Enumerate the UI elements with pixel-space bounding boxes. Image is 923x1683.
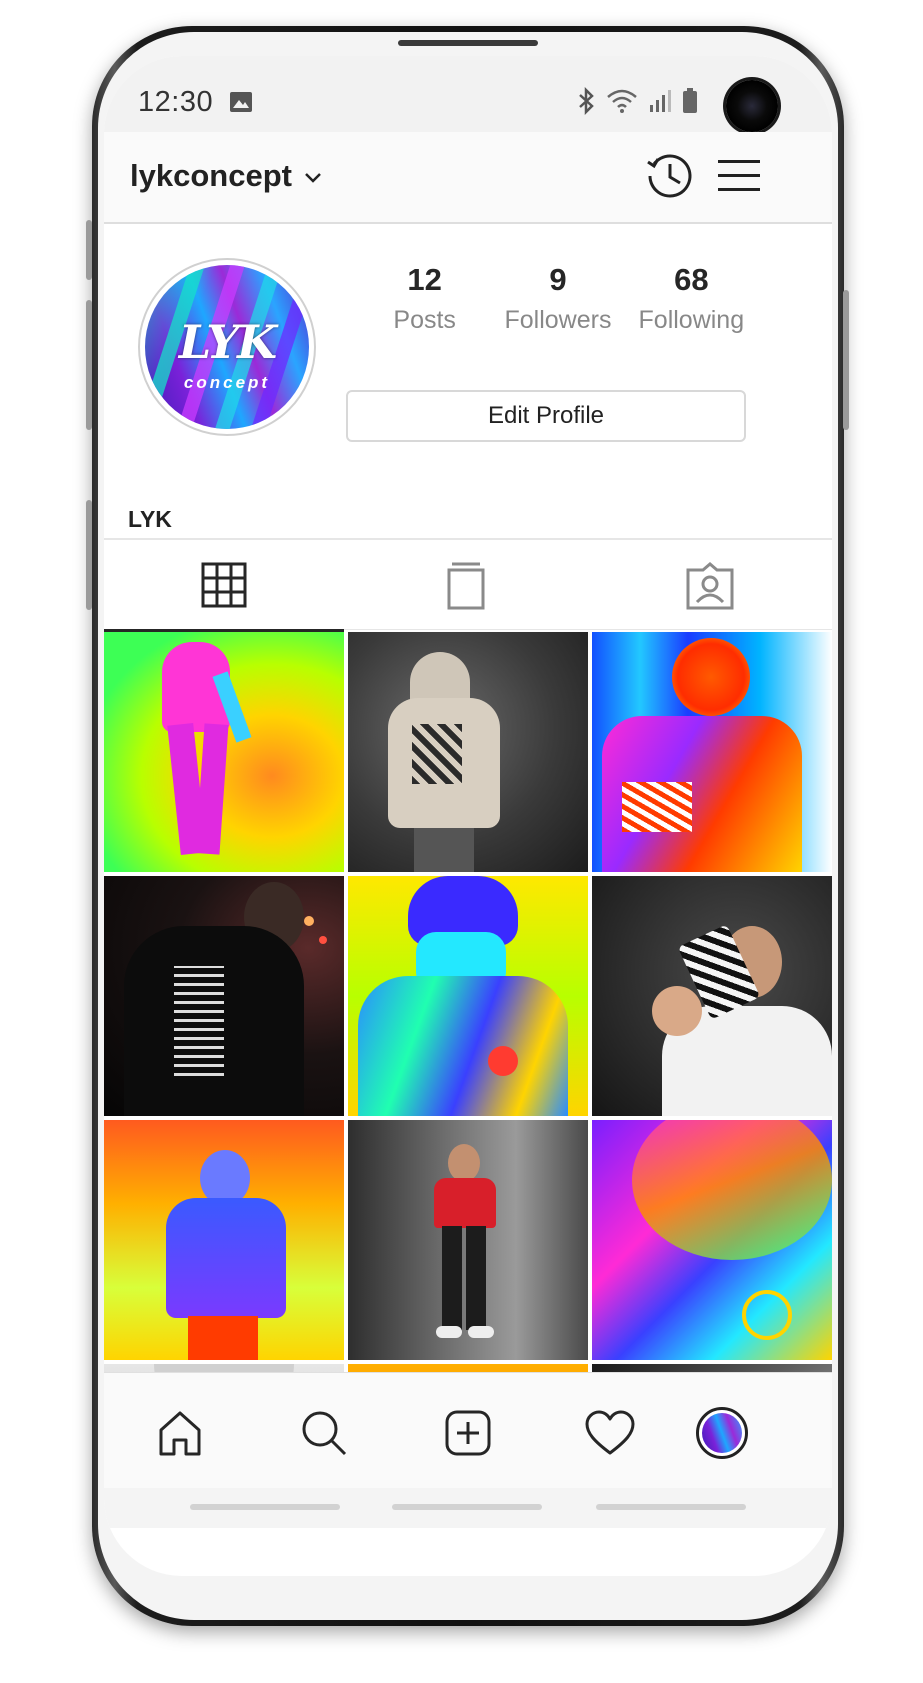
stat-followers[interactable]: 9 Followers [491, 262, 624, 335]
tab-tagged[interactable] [588, 540, 832, 632]
gesture-hint-right[interactable] [596, 1504, 746, 1510]
stat-label: Following [638, 306, 745, 334]
avatar-image: LYK concept [145, 265, 309, 429]
profile-header: lykconcept [104, 132, 832, 224]
post-grey-hoodie[interactable] [104, 1364, 344, 1372]
bluetooth-icon [579, 87, 594, 115]
post-thermal-closeup[interactable] [592, 1120, 832, 1360]
phone-bixby-button [86, 500, 92, 610]
phone-earpiece [398, 40, 538, 46]
post-thermal-hoodie-front[interactable] [348, 876, 588, 1116]
post-black-hoodie-night[interactable] [104, 876, 344, 1116]
post-grid [104, 632, 832, 1372]
post-beige-hoodie-back[interactable] [348, 632, 588, 872]
stat-following[interactable]: 68 Following [625, 262, 758, 335]
nav-search[interactable] [294, 1403, 354, 1463]
post-red-tshirt-studio[interactable] [348, 1120, 588, 1360]
post-man-holding-phone-case[interactable] [592, 876, 832, 1116]
stat-value: 12 [407, 262, 442, 297]
new-post-icon [445, 1410, 491, 1456]
front-camera [726, 80, 778, 132]
tab-igtv[interactable] [344, 540, 588, 632]
image-icon [230, 92, 252, 112]
post-thermal-partial[interactable] [348, 1364, 588, 1372]
profile-info: LYK concept 12 Posts 9 Followers 68 Foll… [104, 224, 832, 538]
nav-new-post[interactable] [438, 1403, 498, 1463]
menu-icon[interactable] [716, 156, 762, 196]
nav-profile[interactable] [692, 1403, 752, 1463]
avatar-logo-sub: concept [183, 373, 271, 392]
phone-screen: 12:30 lykconcept LYK concept 12 Posts 9 … [104, 56, 832, 1576]
battery-icon [683, 88, 697, 113]
stat-value: 68 [674, 262, 709, 297]
gesture-hint-center[interactable] [392, 1504, 542, 1510]
display-name: LYK [128, 506, 172, 532]
post-thermal-hoodie-studio[interactable] [104, 1120, 344, 1360]
gesture-hint-left[interactable] [190, 1504, 340, 1510]
status-icons [576, 86, 698, 116]
phone-side-button [86, 220, 92, 280]
status-bar: 12:30 [104, 56, 832, 132]
chevron-down-icon [305, 173, 321, 183]
gesture-navigation-bar [104, 1488, 832, 1528]
profile-tabs [104, 538, 832, 632]
tab-grid[interactable] [104, 540, 344, 632]
post-thermal-man-back[interactable] [592, 632, 832, 872]
igtv-icon [447, 562, 485, 610]
profile-avatar-small [696, 1407, 748, 1459]
nav-activity[interactable] [580, 1403, 640, 1463]
avatar-logo: LYK [178, 315, 277, 369]
edit-profile-button[interactable]: Edit Profile [346, 390, 746, 442]
bottom-navigation [104, 1372, 832, 1488]
signal-icon [650, 90, 671, 112]
stat-label: Posts [393, 306, 456, 334]
account-switcher[interactable]: lykconcept [130, 158, 322, 194]
profile-avatar[interactable]: LYK concept [138, 258, 316, 436]
search-icon [302, 1411, 347, 1456]
activity-heart-icon [585, 1410, 635, 1455]
tagged-icon [686, 562, 734, 610]
post-thermal-figure-standing[interactable] [104, 632, 344, 872]
wifi-icon [607, 89, 637, 113]
history-icon[interactable] [644, 150, 696, 202]
profile-stats: 12 Posts 9 Followers 68 Following [358, 262, 758, 335]
grid-icon [201, 562, 247, 607]
nav-home[interactable] [150, 1403, 210, 1463]
stat-posts[interactable]: 12 Posts [358, 262, 491, 335]
stat-value: 9 [549, 262, 567, 297]
status-time: 12:30 [138, 86, 214, 118]
phone-volume-button [86, 300, 92, 430]
phone-power-button [843, 290, 849, 430]
home-icon [159, 1411, 201, 1456]
username: lykconcept [130, 158, 292, 193]
post-studio-partial[interactable] [592, 1364, 832, 1372]
stat-label: Followers [504, 306, 612, 334]
